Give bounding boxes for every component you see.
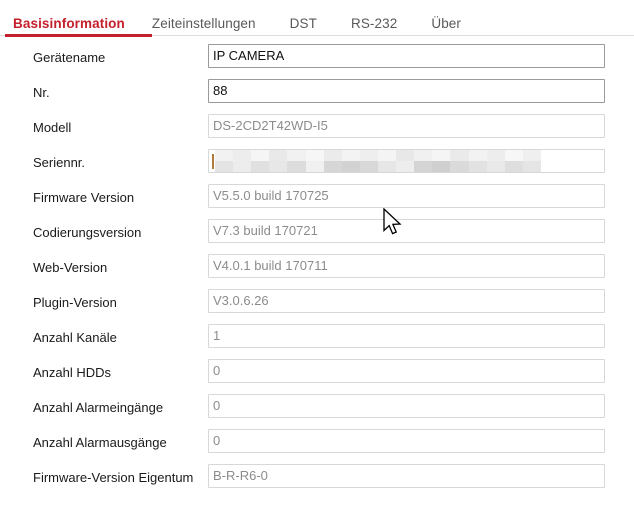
field-label: Plugin-Version: [33, 295, 117, 310]
readonly-input: DS-2CD2T42WD-I5: [208, 114, 605, 138]
field-label: Anzahl Alarmeingänge: [33, 400, 164, 415]
serial-number-field[interactable]: [208, 149, 605, 173]
form-row: Anzahl HDDs 0: [0, 359, 634, 394]
readonly-input: 1: [208, 324, 605, 348]
tab-bar: Basisinformation Zeiteinstellungen DST RS-2…: [0, 0, 634, 38]
readonly-input: V7.3 build 170721: [208, 219, 605, 243]
field-label: Anzahl Kanäle: [33, 330, 117, 345]
field-label: Modell: [33, 120, 72, 135]
form-row: Anzahl Alarmeingänge 0: [0, 394, 634, 429]
editable-input[interactable]: 88: [208, 79, 605, 103]
field-label: Anzahl Alarmausgänge: [33, 435, 167, 450]
form-row: Anzahl Kanäle 1: [0, 324, 634, 359]
readonly-input: V5.5.0 build 170725: [208, 184, 605, 208]
form-row: Firmware-Version Eigentum B-R-R6-0: [0, 464, 634, 499]
text-caret: [212, 154, 214, 169]
field-label: Web-Version: [33, 260, 108, 275]
active-tab-underline: [5, 34, 152, 37]
field-label: Firmware Version: [33, 190, 135, 205]
readonly-input: 0: [208, 394, 605, 418]
form-row: Gerätename IP CAMERA: [0, 44, 634, 79]
basic-information-form: Gerätename IP CAMERA Nr. 88 Modell DS-2CD2T42…: [0, 38, 634, 499]
field-label: Anzahl HDDs: [33, 365, 112, 380]
field-label: Firmware-Version Eigentum: [33, 470, 194, 485]
form-row: Firmware Version V5.5.0 build 170725: [0, 184, 634, 219]
redaction-overlay: [215, 150, 541, 172]
tab-list: Basisinformation Zeiteinstellungen DST RS-2…: [0, 0, 634, 38]
form-row: Codierungsversion V7.3 build 170721: [0, 219, 634, 254]
readonly-input: 0: [208, 429, 605, 453]
form-row: Seriennr.: [0, 149, 634, 184]
form-row: Modell DS-2CD2T42WD-I5: [0, 114, 634, 149]
field-label: Codierungsversion: [33, 225, 142, 240]
field-label: Seriennr.: [33, 155, 86, 170]
form-row: Anzahl Alarmausgänge 0: [0, 429, 634, 464]
readonly-input: B-R-R6-0: [208, 464, 605, 488]
field-label: Nr.: [33, 85, 50, 100]
form-row: Web-Version V4.0.1 build 170711: [0, 254, 634, 289]
editable-input[interactable]: IP CAMERA: [208, 44, 605, 68]
readonly-input: V4.0.1 build 170711: [208, 254, 605, 278]
field-label: Gerätename: [33, 50, 106, 65]
form-row: Nr. 88: [0, 79, 634, 114]
form-row: Plugin-Version V3.0.6.26: [0, 289, 634, 324]
readonly-input: V3.0.6.26: [208, 289, 605, 313]
readonly-input: 0: [208, 359, 605, 383]
